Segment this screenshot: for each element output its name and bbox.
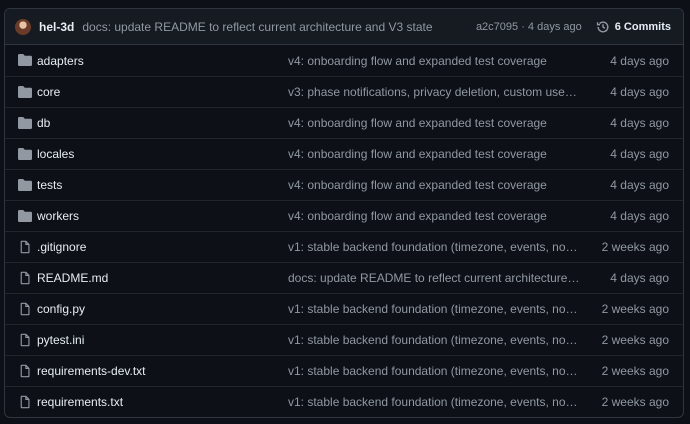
file-icon xyxy=(17,364,33,378)
table-row[interactable]: pytest.ini v1: stable backend foundation … xyxy=(5,324,683,355)
avatar[interactable] xyxy=(15,18,31,35)
table-row[interactable]: README.md docs: update README to reflect … xyxy=(5,262,683,293)
row-name-link[interactable]: tests xyxy=(37,178,62,192)
row-commit-message-link[interactable]: v1: stable backend foundation (timezone,… xyxy=(288,364,580,378)
row-name-link[interactable]: locales xyxy=(37,147,74,161)
folder-icon xyxy=(17,116,33,130)
row-commit-message-link[interactable]: v1: stable backend foundation (timezone,… xyxy=(288,240,580,254)
row-name-link[interactable]: requirements.txt xyxy=(37,395,123,409)
folder-icon xyxy=(17,85,33,99)
file-list: adapters v4: onboarding flow and expanded… xyxy=(5,45,683,417)
row-date: 4 days ago xyxy=(610,85,669,99)
row-commit-message-link[interactable]: v4: onboarding flow and expanded test co… xyxy=(288,54,580,68)
file-icon xyxy=(17,302,33,316)
folder-icon xyxy=(17,53,33,67)
row-name-link[interactable]: workers xyxy=(37,209,79,223)
table-row[interactable]: requirements-dev.txt v1: stable backend f… xyxy=(5,355,683,386)
row-date: 4 days ago xyxy=(610,53,669,68)
row-commit-message-link[interactable]: v4: onboarding flow and expanded test co… xyxy=(288,209,580,223)
table-row[interactable]: db v4: onboarding flow and expanded test … xyxy=(5,107,683,138)
row-date: 2 weeks ago xyxy=(601,240,669,254)
row-date: 4 days ago xyxy=(610,116,669,130)
row-date: 4 days ago xyxy=(610,271,669,285)
table-row[interactable]: locales v4: onboarding flow and expanded … xyxy=(5,138,683,169)
row-name-link[interactable]: db xyxy=(37,116,50,130)
file-browser: hel-3d docs: update README to reflect cu… xyxy=(4,8,684,418)
row-date: 4 days ago xyxy=(610,147,669,161)
history-icon xyxy=(596,20,609,32)
folder-icon xyxy=(17,209,33,223)
latest-commit-message[interactable]: docs: update README to reflect current a… xyxy=(82,20,476,34)
row-commit-message-link[interactable]: docs: update README to reflect current a… xyxy=(288,271,580,285)
table-row[interactable]: .gitignore v1: stable backend foundation … xyxy=(5,231,683,262)
row-name-link[interactable]: pytest.ini xyxy=(37,333,84,347)
row-commit-message-link[interactable]: v4: onboarding flow and expanded test co… xyxy=(288,147,580,161)
row-date: 4 days ago xyxy=(610,209,669,223)
table-row[interactable]: workers v4: onboarding flow and expanded … xyxy=(5,200,683,231)
commit-author[interactable]: hel-3d xyxy=(39,20,74,34)
table-row[interactable]: adapters v4: onboarding flow and expanded… xyxy=(5,45,683,76)
row-commit-message-link[interactable]: v4: onboarding flow and expanded test co… xyxy=(288,116,580,130)
row-date: 2 weeks ago xyxy=(601,302,669,316)
commit-hash-and-time[interactable]: a2c7095 · 4 days ago xyxy=(476,21,582,33)
row-commit-message-link[interactable]: v3: phase notifications, privacy deletio… xyxy=(288,85,580,99)
row-name-link[interactable]: core xyxy=(37,85,60,99)
row-date: 4 days ago xyxy=(610,178,669,192)
row-commit-message-link[interactable]: v1: stable backend foundation (timezone,… xyxy=(288,333,580,347)
folder-icon xyxy=(17,178,33,192)
file-icon xyxy=(17,333,33,347)
latest-commit-bar: hel-3d docs: update README to reflect cu… xyxy=(5,9,683,45)
table-row[interactable]: requirements.txt v1: stable backend found… xyxy=(5,386,683,417)
row-commit-message-link[interactable]: v4: onboarding flow and expanded test co… xyxy=(288,178,580,192)
row-name-link[interactable]: .gitignore xyxy=(37,240,86,254)
row-commit-message-link[interactable]: v1: stable backend foundation (timezone,… xyxy=(288,302,580,316)
file-icon xyxy=(17,395,33,409)
commits-count: 6 Commits xyxy=(614,20,671,33)
file-icon xyxy=(17,240,33,254)
row-name-link[interactable]: config.py xyxy=(37,302,85,316)
row-date: 2 weeks ago xyxy=(601,333,669,347)
folder-icon xyxy=(17,147,33,161)
file-icon xyxy=(17,271,33,285)
row-date: 2 weeks ago xyxy=(601,395,669,409)
row-date: 2 weeks ago xyxy=(601,364,669,378)
row-commit-message-link[interactable]: v1: stable backend foundation (timezone,… xyxy=(288,395,580,409)
row-name-link[interactable]: requirements-dev.txt xyxy=(37,364,146,378)
table-row[interactable]: tests v4: onboarding flow and expanded te… xyxy=(5,169,683,200)
row-name-link[interactable]: README.md xyxy=(37,271,108,285)
commits-link[interactable]: 6 Commits xyxy=(596,20,671,34)
table-row[interactable]: config.py v1: stable backend foundation (… xyxy=(5,293,683,324)
table-row[interactable]: core v3: phase notifications, privacy del… xyxy=(5,76,683,107)
row-name-link[interactable]: adapters xyxy=(37,54,84,68)
